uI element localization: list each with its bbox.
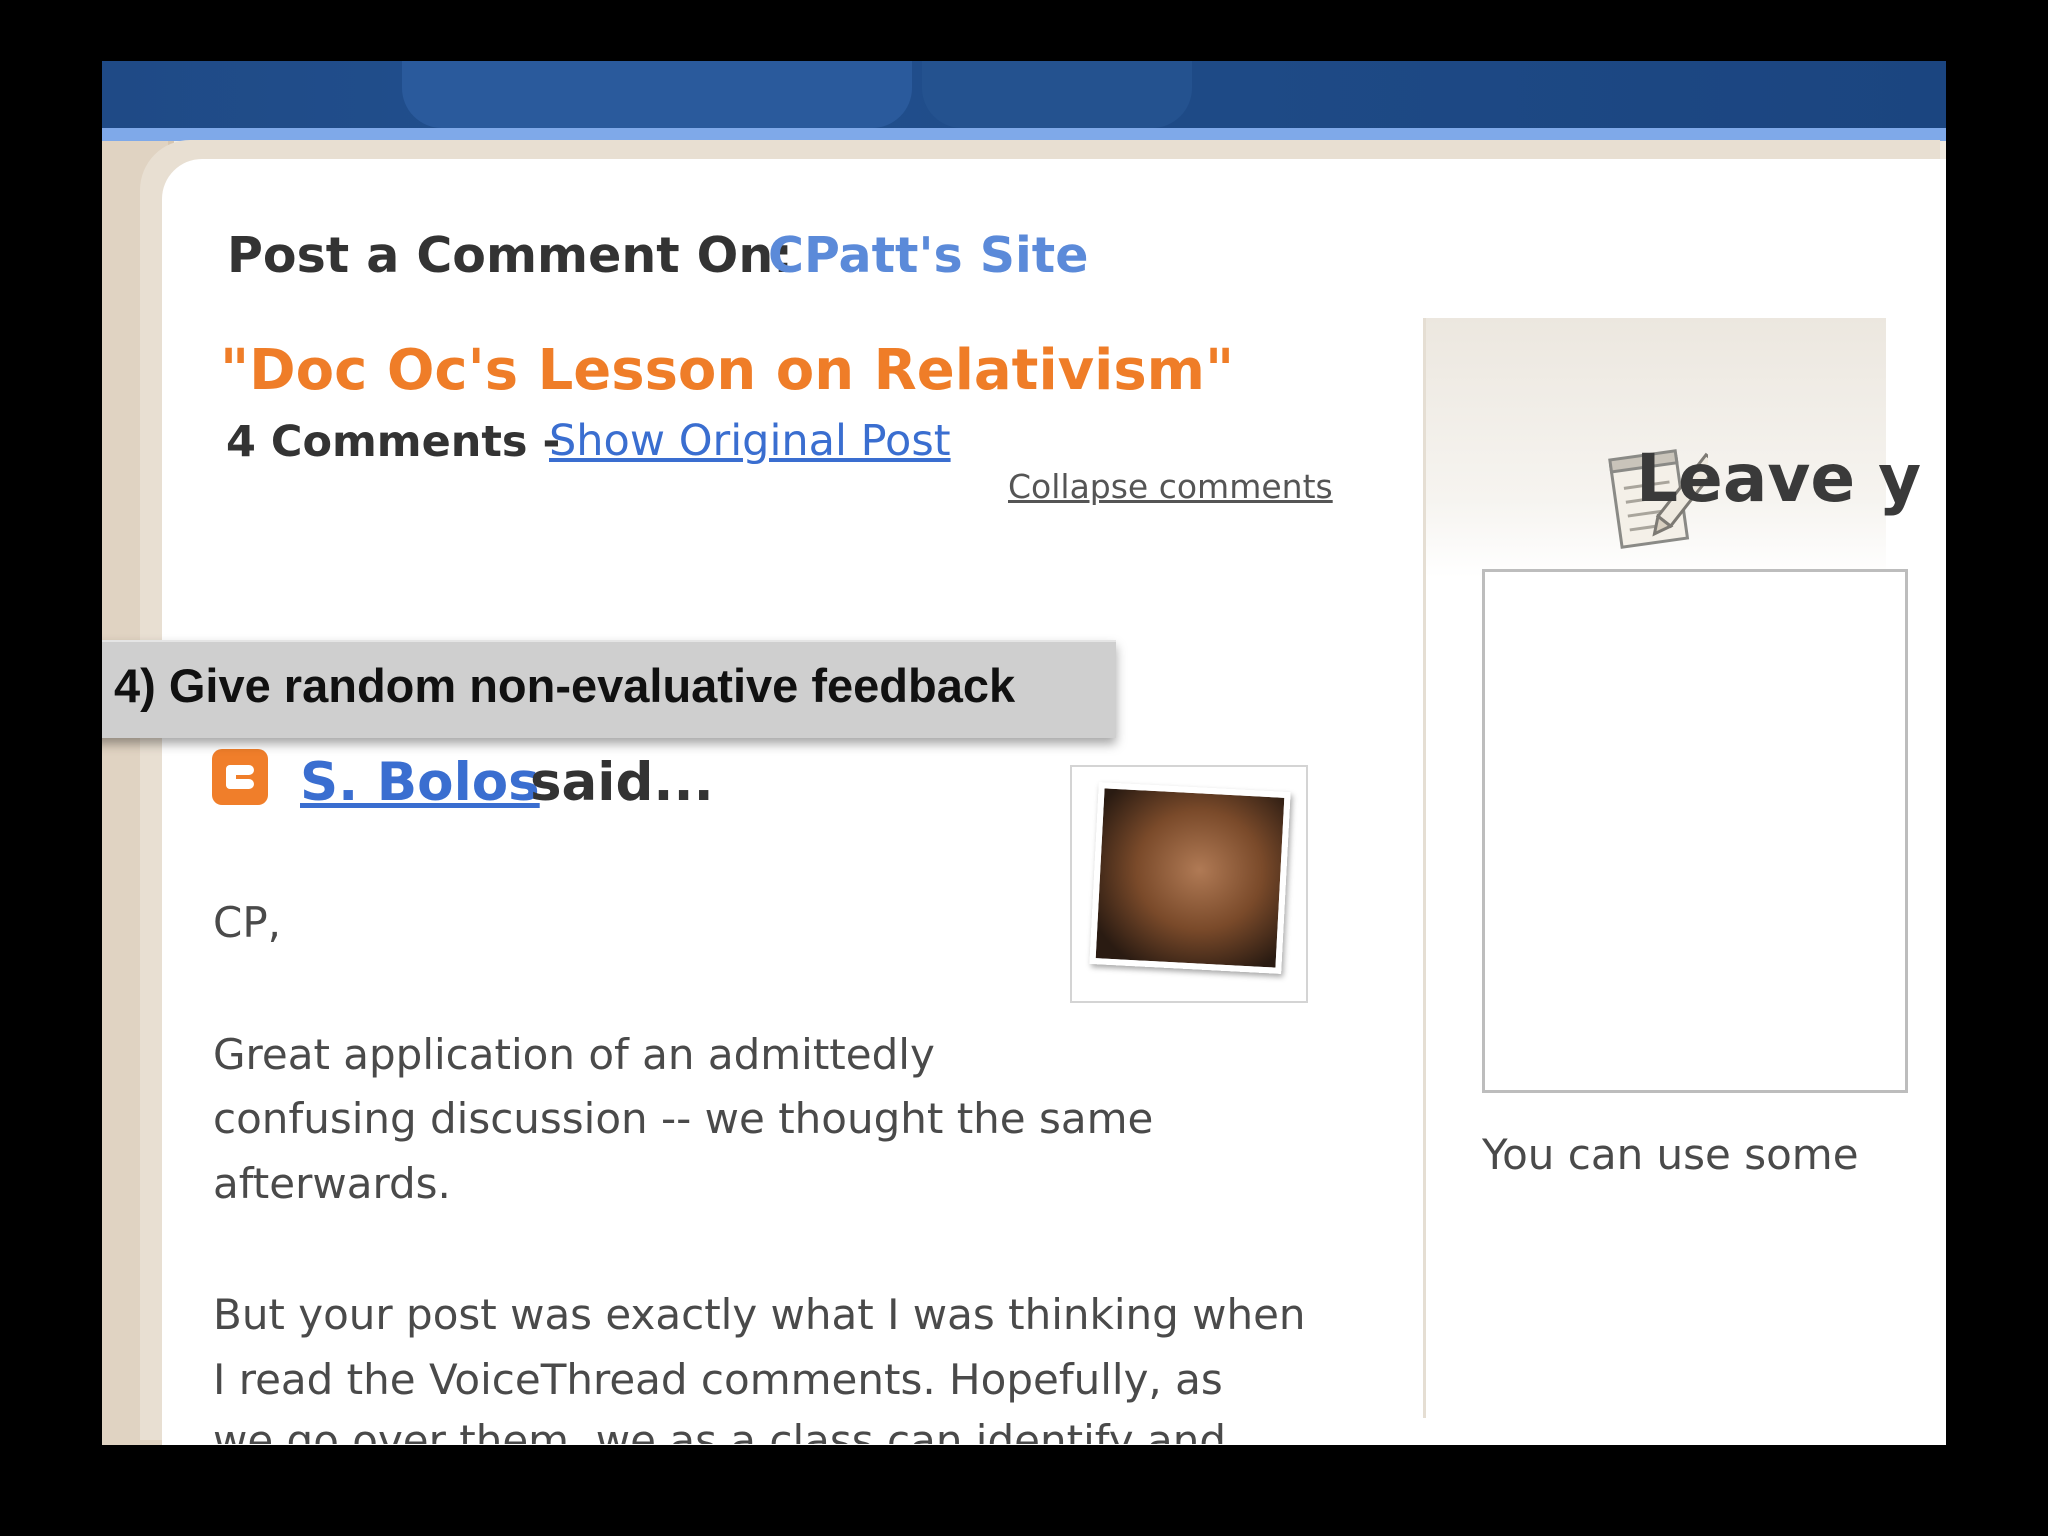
blogger-icon xyxy=(212,749,268,805)
slide-callout: 4) Give random non-evaluative feedback xyxy=(92,640,1116,738)
comment-line: But your post was exactly what I was thi… xyxy=(213,1290,1306,1339)
banner-tab-highlight-2 xyxy=(922,61,1192,128)
commenter-name-link[interactable]: S. Bolos xyxy=(300,752,540,813)
comment-line-clip: we go over them, we as a class can ident… xyxy=(213,1416,1513,1444)
frame-left xyxy=(0,0,102,1536)
comment-line: afterwards. xyxy=(213,1159,451,1208)
show-original-post-link[interactable]: Show Original Post xyxy=(549,416,951,466)
avatar-photo xyxy=(1089,782,1291,974)
blogger-glyph xyxy=(226,765,254,789)
site-name-link[interactable]: CPatt's Site xyxy=(768,227,1088,284)
banner-tab-highlight xyxy=(402,61,912,128)
comment-count: 4 Comments - xyxy=(226,417,561,467)
commenter-avatar[interactable] xyxy=(1070,765,1308,1003)
html-tags-note: You can use some xyxy=(1482,1130,1859,1179)
leave-comment-heading: Leave y xyxy=(1636,440,1922,517)
comment-line: we go over them, we as a class can ident… xyxy=(213,1416,1227,1444)
callout-text: 4) Give random non-evaluative feedback xyxy=(114,659,1016,712)
frame-right xyxy=(1946,0,2048,1536)
post-comment-label: Post a Comment On: xyxy=(227,227,793,284)
post-title: "Doc Oc's Lesson on Relativism" xyxy=(220,338,1235,403)
top-banner xyxy=(102,61,1946,128)
comment-textarea[interactable] xyxy=(1482,569,1908,1093)
comment-line: Great application of an admittedly xyxy=(213,1030,935,1079)
said-label: said... xyxy=(530,752,714,813)
frame-top xyxy=(0,0,2048,61)
collapse-comments-link[interactable]: Collapse comments xyxy=(1008,467,1333,506)
comment-line: CP, xyxy=(213,898,282,947)
comment-line: I read the VoiceThread comments. Hopeful… xyxy=(213,1355,1223,1404)
comment-line: confusing discussion -- we thought the s… xyxy=(213,1094,1154,1143)
frame-bottom xyxy=(0,1445,2048,1536)
